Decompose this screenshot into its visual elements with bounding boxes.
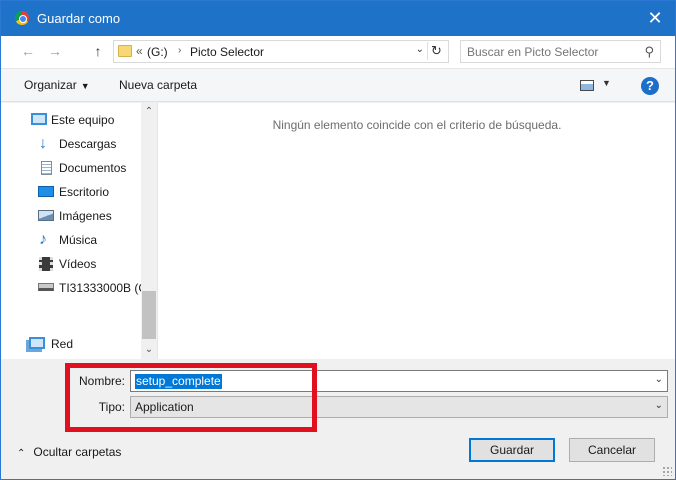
filetype-dropdown-icon[interactable]: ⌄ — [655, 400, 663, 411]
chevron-up-icon: ⌃ — [17, 448, 26, 459]
organize-button[interactable]: Organizar ▼ — [24, 78, 90, 92]
save-form: Nombre: setup_complete ⌄ Tipo: Applicati… — [1, 359, 675, 479]
save-as-dialog: Guardar como ✕ ← → ↑ « (G:) › Picto Sele… — [0, 0, 676, 480]
annotation-highlight-box — [65, 363, 317, 432]
sidebar-item-label: Descargas — [59, 137, 117, 151]
view-options-caret-icon[interactable]: ▼ — [602, 78, 611, 88]
chrome-icon — [15, 11, 29, 25]
network-icon — [29, 337, 45, 349]
sidebar-item-label: Música — [59, 233, 98, 247]
search-box[interactable]: ⚲ — [460, 40, 661, 63]
breadcrumb-separator[interactable]: › — [178, 45, 181, 56]
navigation-bar: ← → ↑ « (G:) › Picto Selector ⌄ ↻ ⚲ — [1, 36, 675, 68]
sidebar-item-music[interactable]: ♪ Música — [1, 229, 141, 251]
sidebar-item-label: Este equipo — [51, 113, 115, 127]
scrollbar-thumb[interactable] — [142, 291, 156, 339]
up-button[interactable]: ↑ — [89, 42, 107, 60]
sidebar-item-label: Red — [51, 337, 74, 351]
sidebar-item-label: Vídeos — [59, 257, 97, 271]
sidebar-item-label: Escritorio — [59, 185, 110, 199]
hide-folders-button[interactable]: ⌃ Ocultar carpetas — [17, 445, 121, 459]
desktop-icon — [38, 186, 54, 197]
breadcrumb-drive[interactable]: (G:) — [147, 45, 168, 59]
scroll-up-icon[interactable]: ⌃ — [141, 104, 157, 120]
refresh-button[interactable]: ↻ — [427, 42, 445, 60]
sidebar-item-network[interactable]: Red — [1, 333, 141, 355]
dialog-title: Guardar como — [37, 11, 121, 26]
sidebar-scrollbar[interactable]: ⌃ ⌄ — [141, 103, 157, 359]
downloads-icon: ↓ — [39, 135, 47, 152]
drive-icon — [38, 283, 54, 291]
resize-grip-icon[interactable] — [662, 466, 672, 476]
breadcrumb-folder[interactable]: Picto Selector — [190, 45, 264, 59]
help-icon[interactable]: ? — [641, 77, 659, 95]
sidebar-item-documents[interactable]: Documentos — [1, 157, 141, 179]
folder-icon — [118, 45, 132, 57]
forward-button[interactable]: → — [46, 42, 64, 60]
documents-icon — [41, 161, 52, 175]
videos-icon — [39, 257, 53, 271]
search-input[interactable] — [467, 44, 637, 60]
empty-results-message: Ningún elemento coincide con el criterio… — [272, 118, 562, 132]
back-button[interactable]: ← — [19, 42, 37, 60]
sidebar-item-label: Documentos — [59, 161, 127, 175]
sidebar-item-desktop[interactable]: Escritorio — [1, 181, 141, 203]
pictures-icon — [38, 210, 54, 221]
sidebar-item-drive[interactable]: TI31333000B (C: — [1, 277, 141, 299]
view-options-icon[interactable] — [580, 80, 594, 91]
sidebar-item-label: TI31333000B (C: — [59, 281, 141, 295]
save-button[interactable]: Guardar — [469, 438, 555, 462]
filename-dropdown-icon[interactable]: ⌄ — [655, 374, 663, 385]
cancel-button[interactable]: Cancelar — [569, 438, 655, 462]
hide-folders-label: Ocultar carpetas — [33, 445, 122, 459]
caret-down-icon: ▼ — [80, 81, 90, 91]
close-button[interactable]: ✕ — [643, 6, 667, 30]
sidebar-item-this-pc[interactable]: Este equipo — [1, 109, 141, 131]
new-folder-button[interactable]: Nueva carpeta — [119, 78, 197, 92]
sidebar-item-videos[interactable]: Vídeos — [1, 253, 141, 275]
organize-label: Organizar — [24, 78, 77, 92]
sidebar-item-pictures[interactable]: Imágenes — [1, 205, 141, 227]
title-bar[interactable]: Guardar como ✕ — [1, 1, 675, 36]
scroll-down-icon[interactable]: ⌄ — [141, 342, 157, 358]
browser-area: Este equipo ↓ Descargas Documentos Escri… — [1, 103, 675, 359]
command-toolbar: Organizar ▼ Nueva carpeta ▼ ? — [1, 68, 675, 102]
address-dropdown-icon[interactable]: ⌄ — [416, 44, 424, 55]
overflow-chevrons[interactable]: « — [136, 44, 143, 58]
computer-icon — [31, 113, 47, 125]
address-bar[interactable]: « (G:) › Picto Selector ⌄ ↻ — [113, 40, 449, 63]
sidebar-item-downloads[interactable]: ↓ Descargas — [1, 133, 141, 155]
navigation-pane: Este equipo ↓ Descargas Documentos Escri… — [1, 103, 158, 359]
sidebar-item-label: Imágenes — [59, 209, 112, 223]
search-icon[interactable]: ⚲ — [644, 44, 654, 60]
music-icon: ♪ — [39, 231, 47, 248]
